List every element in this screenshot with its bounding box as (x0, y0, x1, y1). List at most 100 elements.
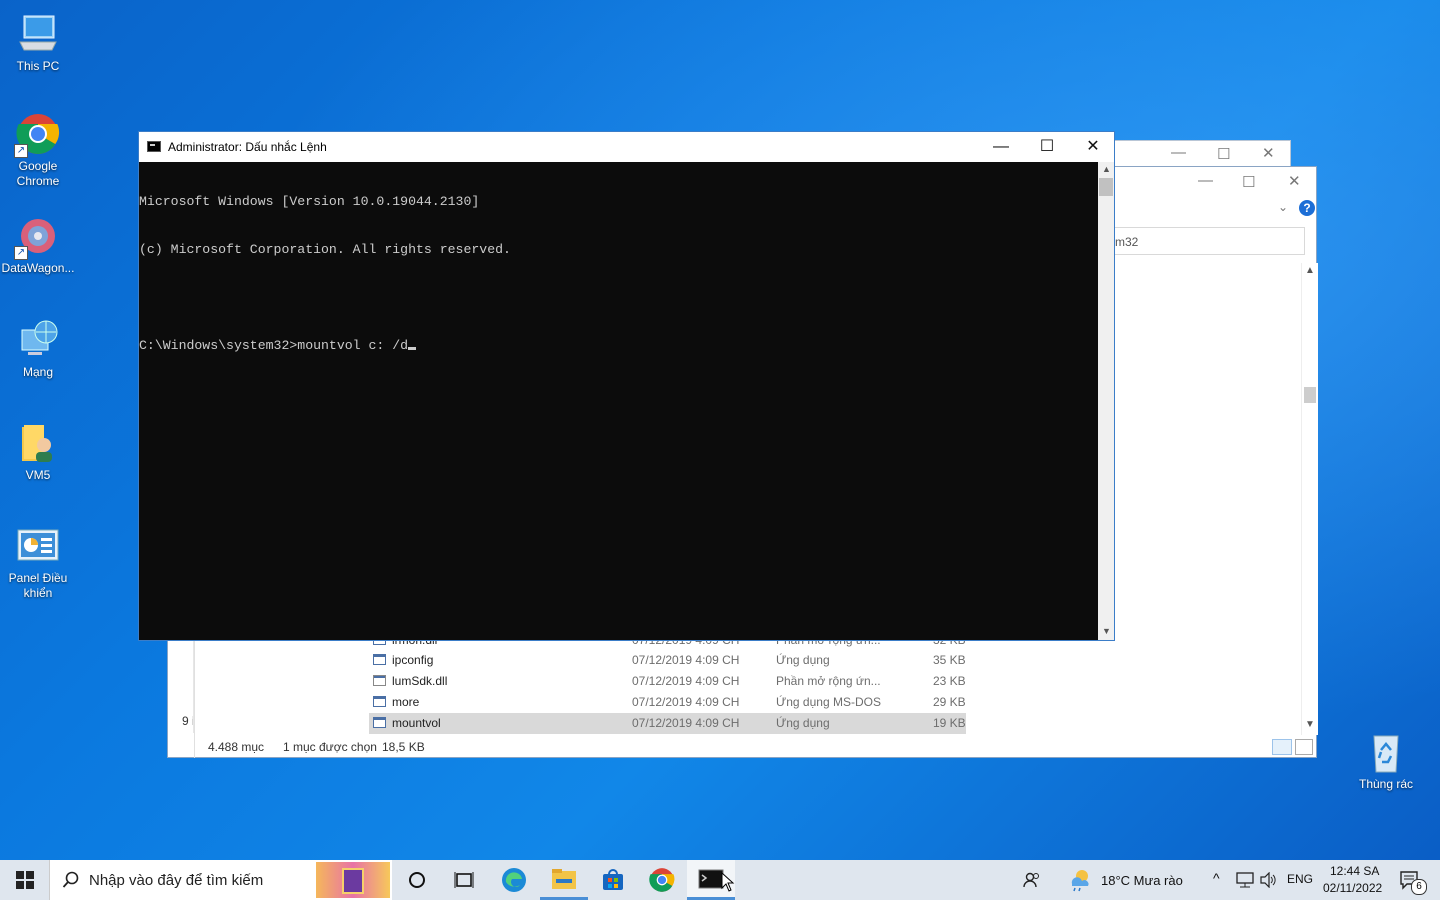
chrome-icon: ↗ (14, 112, 60, 158)
cortana-circle-icon (408, 872, 425, 888)
network-tray-icon[interactable] (1235, 860, 1255, 900)
cmd-titlebar[interactable]: Administrator: Dấu nhắc Lệnh — ☐ ✕ (139, 132, 1114, 162)
desktop-icon-recycle-bin[interactable]: Thùng rác (1348, 730, 1424, 792)
desktop-icon-network[interactable]: Mạng (0, 318, 76, 380)
weather-widget-icon-holder[interactable] (1066, 860, 1094, 900)
taskbar: Nhập vào đây để tìm kiếm 18°C Mưa rào ^ … (0, 860, 1440, 900)
scrollbar-thumb[interactable] (1099, 178, 1113, 196)
file-name: mountvol (392, 716, 441, 730)
search-field-text: m32 (1115, 235, 1139, 249)
desktop-icon-label: This PC (16, 59, 60, 73)
weather-text[interactable]: 18°C Mưa rào (1101, 873, 1183, 888)
scroll-down-icon[interactable]: ▼ (1305, 719, 1315, 730)
desktop-icon-this-pc[interactable]: This PC (0, 12, 76, 74)
console-input-line[interactable]: C:\Windows\system32>mountvol c: /d (139, 338, 1098, 354)
desktop-icon-vm5[interactable]: VM5 (0, 421, 76, 483)
file-size: 29 KB (933, 695, 966, 709)
shortcut-arrow-icon: ↗ (14, 246, 28, 260)
file-size: 23 KB (933, 674, 966, 688)
file-type: Ứng dụng (776, 653, 830, 667)
volume-icon[interactable] (1258, 860, 1278, 900)
desktop-icon-label: Google Chrome (16, 159, 60, 188)
start-button[interactable] (0, 860, 49, 900)
task-view-icon (454, 872, 473, 888)
maximize-icon[interactable]: ☐ (1217, 145, 1230, 163)
vertical-scrollbar[interactable]: ▲ ▼ (1098, 162, 1114, 640)
minimize-button[interactable]: — (978, 132, 1024, 162)
minimize-icon[interactable]: — (1171, 144, 1186, 161)
scroll-down-icon[interactable]: ▼ (1102, 626, 1111, 636)
application-file-icon (373, 717, 386, 728)
people-button[interactable] (1015, 860, 1049, 900)
application-file-icon (373, 696, 386, 707)
desktop-icon-label: Panel Điều khiển (8, 571, 68, 600)
action-center-button[interactable]: 6 (1393, 860, 1427, 900)
file-row-selected[interactable]: mountvol 07/12/2019 4:09 CH Ứng dụng 19 … (369, 713, 966, 734)
desktop-icon-datawagon[interactable]: ↗ DataWagon... (0, 214, 76, 276)
recycle-bin-icon (1364, 730, 1408, 774)
console-line: (c) Microsoft Corporation. All rights re… (139, 242, 511, 257)
taskbar-edge[interactable] (490, 860, 538, 900)
close-button[interactable]: ✕ (1070, 132, 1116, 162)
details-view-icon[interactable] (1272, 739, 1292, 755)
taskbar-search-box[interactable]: Nhập vào đây để tìm kiếm (49, 860, 392, 900)
help-icon[interactable]: ? (1299, 200, 1315, 216)
desktop-icon-control-panel[interactable]: Panel Điều khiển (0, 524, 76, 601)
datawagon-icon: ↗ (14, 214, 60, 260)
file-row[interactable]: ipconfig 07/12/2019 4:09 CH Ứng dụng 35 … (369, 650, 966, 671)
close-icon[interactable]: ✕ (1288, 172, 1301, 190)
file-explorer-icon (552, 868, 576, 889)
desktop-icon-google-chrome[interactable]: ↗ Google Chrome (0, 112, 76, 189)
show-hidden-icons-chevron-icon[interactable]: ^ (1213, 870, 1220, 886)
taskbar-chrome[interactable] (638, 860, 686, 900)
status-item-count: 4.488 mục (208, 740, 265, 754)
search-highlight-image (316, 862, 390, 898)
close-icon[interactable]: ✕ (1262, 144, 1275, 162)
scroll-up-icon[interactable]: ▲ (1305, 265, 1315, 276)
desktop-icon-label: DataWagon... (1, 261, 75, 275)
file-row[interactable]: more 07/12/2019 4:09 CH Ứng dụng MS-DOS … (369, 692, 966, 713)
maximize-icon[interactable]: ☐ (1242, 173, 1255, 191)
task-view-button[interactable] (441, 860, 486, 900)
background-window-titlebar: — ☐ ✕ (1110, 140, 1291, 168)
taskbar-file-explorer[interactable] (540, 860, 588, 900)
file-size: 35 KB (933, 653, 966, 667)
pane-divider (194, 641, 195, 758)
chrome-icon (649, 868, 675, 892)
desktop-icon-label: Mạng (22, 365, 54, 379)
shortcut-arrow-icon: ↗ (14, 144, 28, 158)
cortana-button[interactable] (394, 860, 439, 900)
control-panel-icon (16, 524, 60, 568)
command-prompt-window[interactable]: Administrator: Dấu nhắc Lệnh — ☐ ✕ Micro… (138, 131, 1115, 641)
taskbar-store[interactable] (589, 860, 637, 900)
vertical-scrollbar[interactable]: ▲ ▼ (1301, 263, 1318, 735)
maximize-button[interactable]: ☐ (1024, 132, 1070, 162)
status-selected: 1 mục được chọn (283, 740, 377, 754)
text-cursor (408, 347, 417, 350)
desktop-icon-label: VM5 (25, 468, 51, 482)
notification-count-badge: 6 (1411, 879, 1427, 895)
file-type: Phần mở rộng ứn... (776, 674, 881, 688)
this-pc-icon (16, 12, 60, 56)
file-type: Ứng dụng (776, 716, 830, 730)
people-icon (1023, 872, 1039, 888)
console-line: Microsoft Windows [Version 10.0.19044.21… (139, 194, 480, 209)
user-folder-icon (16, 421, 60, 465)
windows-logo-icon (15, 871, 34, 889)
dll-file-icon (373, 675, 386, 686)
minimize-icon[interactable]: — (1198, 172, 1213, 189)
network-icon (16, 318, 60, 362)
large-icons-view-icon[interactable] (1295, 739, 1313, 755)
language-indicator[interactable]: ENG (1287, 872, 1313, 886)
clock-time[interactable]: 12:44 SA (1330, 864, 1379, 878)
clock-date[interactable]: 02/11/2022 (1323, 881, 1382, 895)
scroll-up-icon[interactable]: ▲ (1102, 164, 1111, 174)
application-file-icon (373, 654, 386, 665)
search-field[interactable]: m32 (1108, 227, 1305, 255)
scrollbar-thumb[interactable] (1304, 387, 1316, 403)
console-output[interactable]: Microsoft Windows [Version 10.0.19044.21… (139, 162, 1098, 640)
file-row[interactable]: lumSdk.dll 07/12/2019 4:09 CH Phần mở rộ… (369, 671, 966, 692)
chevron-down-icon[interactable]: ⌄ (1278, 200, 1288, 214)
file-name: ipconfig (392, 653, 434, 667)
